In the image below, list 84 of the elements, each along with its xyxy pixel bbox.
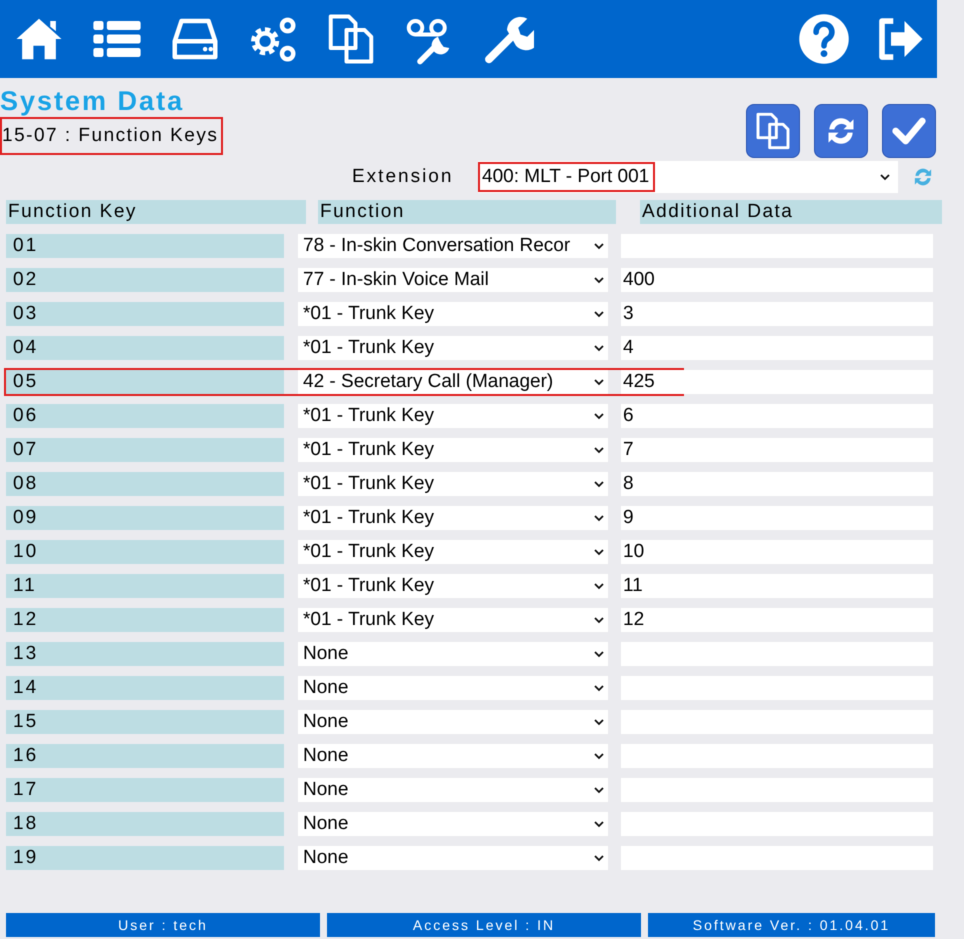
- function-select[interactable]: 78 - In-skin Conversation Recor: [298, 234, 608, 258]
- chevron-icon: [594, 820, 604, 828]
- data-field[interactable]: 8: [621, 472, 933, 496]
- section-title: 15-07 : Function Keys: [0, 117, 224, 155]
- copy-button[interactable]: [746, 104, 800, 158]
- column-header: Function: [318, 200, 616, 224]
- function-select[interactable]: *01 - Trunk Key: [298, 608, 608, 632]
- chevron-icon: [594, 242, 604, 250]
- key-cell: 18: [6, 812, 284, 836]
- key-cell: 14: [6, 676, 284, 700]
- data-field[interactable]: 3: [621, 302, 933, 326]
- chevron-icon: [594, 650, 604, 658]
- page-title: System Data: [0, 86, 186, 117]
- extension-label: Extension: [352, 166, 454, 188]
- chevron-icon: [594, 514, 604, 522]
- chevron-icon: [594, 582, 604, 590]
- key-cell: 04: [6, 336, 284, 360]
- chevron-icon: [594, 344, 604, 352]
- chevron-icon: [594, 854, 604, 862]
- function-select[interactable]: None: [298, 846, 608, 870]
- chevron-icon: [594, 446, 604, 454]
- chevron-icon: [594, 684, 604, 692]
- data-field[interactable]: 425: [621, 370, 933, 394]
- data-field[interactable]: 12: [621, 608, 933, 632]
- key-cell: 16: [6, 744, 284, 768]
- chevron-icon: [594, 718, 604, 726]
- function-select[interactable]: None: [298, 676, 608, 700]
- key-cell: 11: [6, 574, 284, 598]
- function-select[interactable]: 42 - Secretary Call (Manager): [298, 370, 608, 394]
- function-select[interactable]: None: [298, 642, 608, 666]
- refresh-button[interactable]: [814, 104, 868, 158]
- extension-select[interactable]: 400: MLT - Port 001: [478, 161, 898, 193]
- help-icon[interactable]: [797, 12, 851, 66]
- function-select[interactable]: *01 - Trunk Key: [298, 540, 608, 564]
- chevron-icon: [594, 752, 604, 760]
- chevron-icon: [594, 480, 604, 488]
- key-cell: 09: [6, 506, 284, 530]
- key-cell: 15: [6, 710, 284, 734]
- function-select[interactable]: *01 - Trunk Key: [298, 336, 608, 360]
- status-item: Software Ver. : 01.04.01: [648, 913, 935, 937]
- apply-button[interactable]: [882, 104, 936, 158]
- key-cell: 12: [6, 608, 284, 632]
- chevron-icon: [594, 276, 604, 284]
- function-select[interactable]: None: [298, 778, 608, 802]
- function-select[interactable]: None: [298, 744, 608, 768]
- data-field[interactable]: 6: [621, 404, 933, 428]
- function-select[interactable]: *01 - Trunk Key: [298, 302, 608, 326]
- data-field[interactable]: 9: [621, 506, 933, 530]
- key-cell: 13: [6, 642, 284, 666]
- function-select[interactable]: *01 - Trunk Key: [298, 472, 608, 496]
- function-select[interactable]: *01 - Trunk Key: [298, 574, 608, 598]
- chevron-icon: [594, 548, 604, 556]
- chevron-icon: [880, 174, 890, 180]
- key-cell: 05: [6, 370, 284, 394]
- data-field[interactable]: 10: [621, 540, 933, 564]
- function-select[interactable]: *01 - Trunk Key: [298, 506, 608, 530]
- data-field[interactable]: 11: [621, 574, 933, 598]
- chevron-icon: [594, 412, 604, 420]
- key-cell: 06: [6, 404, 284, 428]
- column-header: Function Key: [6, 200, 306, 224]
- function-select[interactable]: None: [298, 812, 608, 836]
- key-cell: 03: [6, 302, 284, 326]
- chevron-icon: [594, 378, 604, 386]
- data-field[interactable]: 400: [621, 268, 933, 292]
- function-select[interactable]: *01 - Trunk Key: [298, 404, 608, 428]
- key-cell: 19: [6, 846, 284, 870]
- status-item: User : tech: [6, 913, 320, 937]
- key-cell: 02: [6, 268, 284, 292]
- function-select[interactable]: 77 - In-skin Voice Mail: [298, 268, 608, 292]
- column-header: Additional Data: [640, 200, 942, 224]
- chevron-icon: [594, 786, 604, 794]
- function-select[interactable]: None: [298, 710, 608, 734]
- key-cell: 07: [6, 438, 284, 462]
- function-select[interactable]: *01 - Trunk Key: [298, 438, 608, 462]
- data-field[interactable]: 4: [621, 336, 933, 360]
- extension-value: 400: MLT - Port 001: [478, 162, 656, 192]
- key-cell: 08: [6, 472, 284, 496]
- data-field[interactable]: 7: [621, 438, 933, 462]
- key-cell: 17: [6, 778, 284, 802]
- chevron-icon: [594, 310, 604, 318]
- status-item: Access Level : IN: [327, 913, 641, 937]
- key-cell: 01: [6, 234, 284, 258]
- key-cell: 10: [6, 540, 284, 564]
- chevron-icon: [594, 616, 604, 624]
